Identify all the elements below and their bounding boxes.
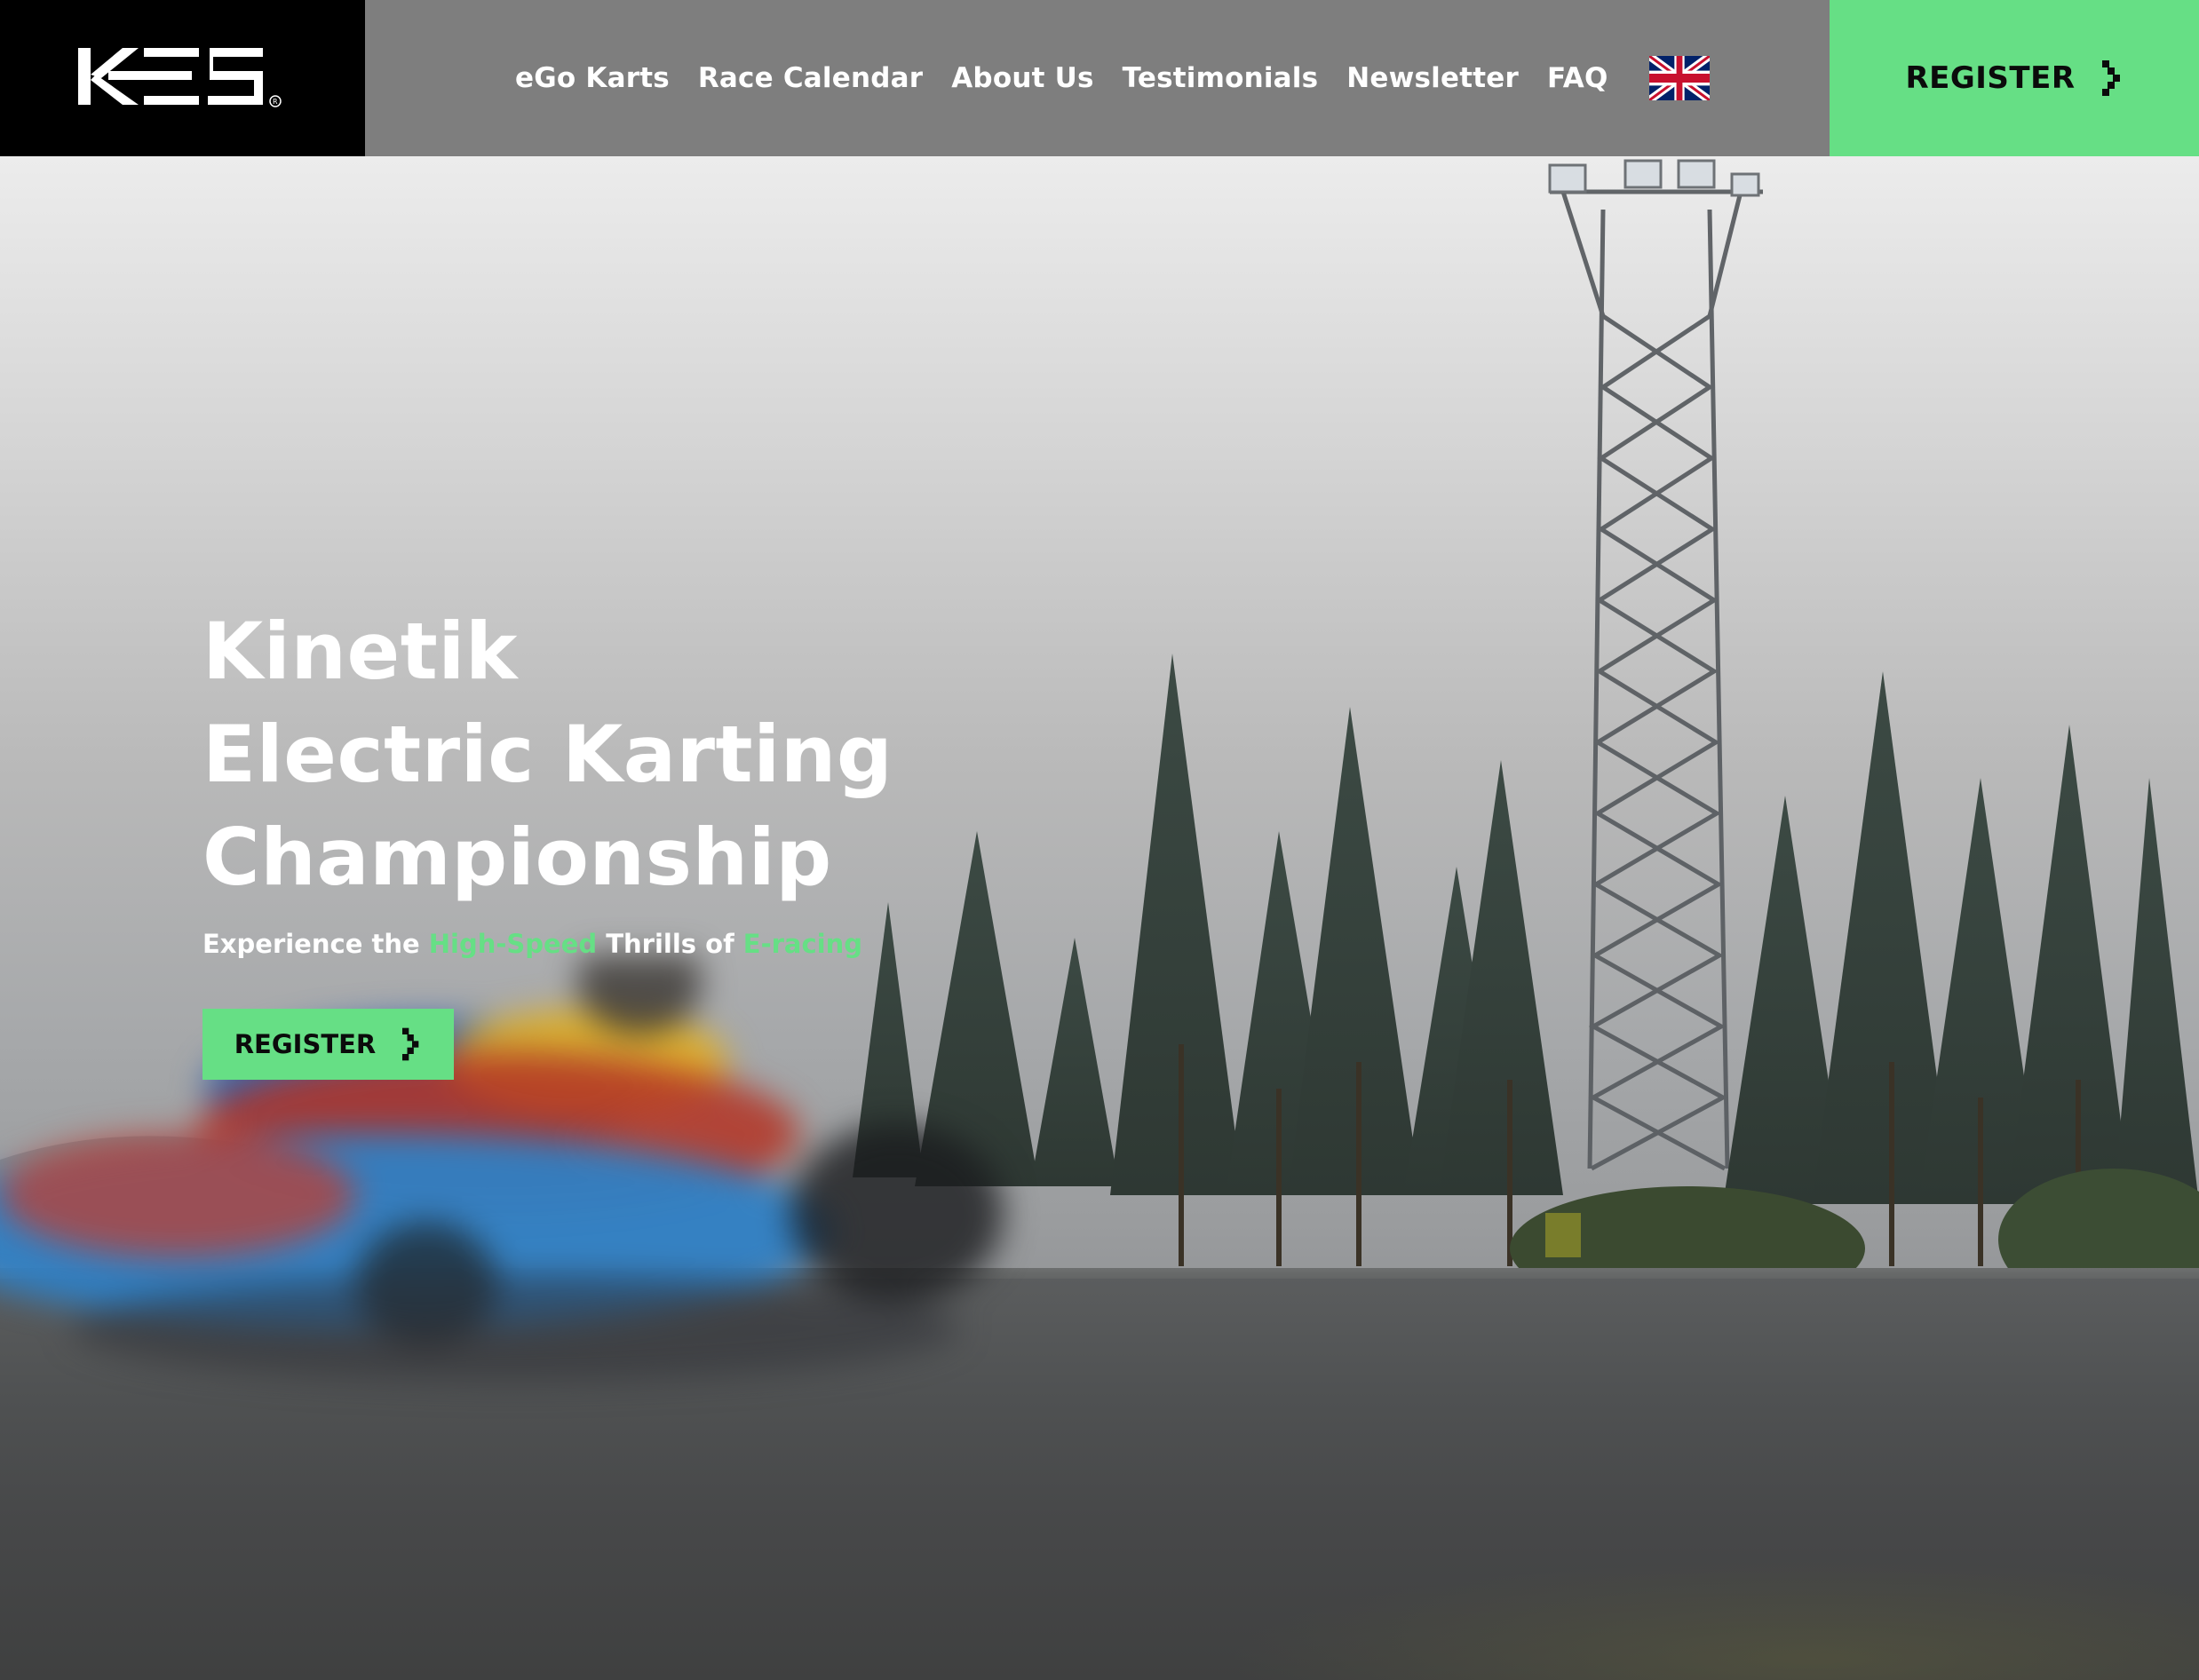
register-button-hero[interactable]: REGISTER — [202, 1009, 454, 1080]
hero-subtitle: Experience the High-Speed Thrills of E-r… — [202, 929, 893, 959]
hero-content: Kinetik Electric Karting Championship Ex… — [202, 600, 893, 1080]
hero-title: Kinetik Electric Karting Championship — [202, 600, 893, 909]
register-label: REGISTER — [234, 1029, 377, 1059]
subtitle-text: Thrills of — [597, 929, 743, 959]
nav-about-us[interactable]: About Us — [951, 62, 1093, 94]
subtitle-highlight: E-racing — [742, 929, 863, 959]
nav-testimonials[interactable]: Testimonials — [1123, 62, 1319, 94]
subtitle-highlight: High-Speed — [428, 929, 598, 959]
subtitle-text: Experience the — [202, 929, 429, 959]
grass-patch — [1226, 1559, 2199, 1680]
hero-section: Kinetik Electric Karting Championship Ex… — [0, 156, 2199, 1680]
hero-title-line: Electric Karting — [202, 709, 893, 800]
logo-link[interactable]: R — [0, 0, 365, 156]
kes-logo: R — [78, 48, 282, 107]
main-nav: eGo Karts Race Calendar About Us Testimo… — [515, 0, 1710, 156]
uk-flag-icon[interactable] — [1648, 56, 1710, 100]
svg-text:R: R — [273, 98, 278, 106]
nav-ego-karts[interactable]: eGo Karts — [515, 62, 670, 94]
hero-title-line: Kinetik — [202, 606, 518, 697]
site-header: R eGo Karts Race Calendar About Us Testi… — [0, 0, 2199, 156]
chevron-right-icon — [2101, 60, 2120, 96]
register-label: REGISTER — [1905, 60, 2076, 96]
hero-title-line: Championship — [202, 812, 832, 903]
nav-newsletter[interactable]: Newsletter — [1346, 62, 1519, 94]
nav-race-calendar[interactable]: Race Calendar — [698, 62, 923, 94]
nav-faq[interactable]: FAQ — [1547, 62, 1608, 94]
chevron-right-icon — [402, 1027, 419, 1061]
register-button-header[interactable]: REGISTER — [1830, 0, 2199, 156]
